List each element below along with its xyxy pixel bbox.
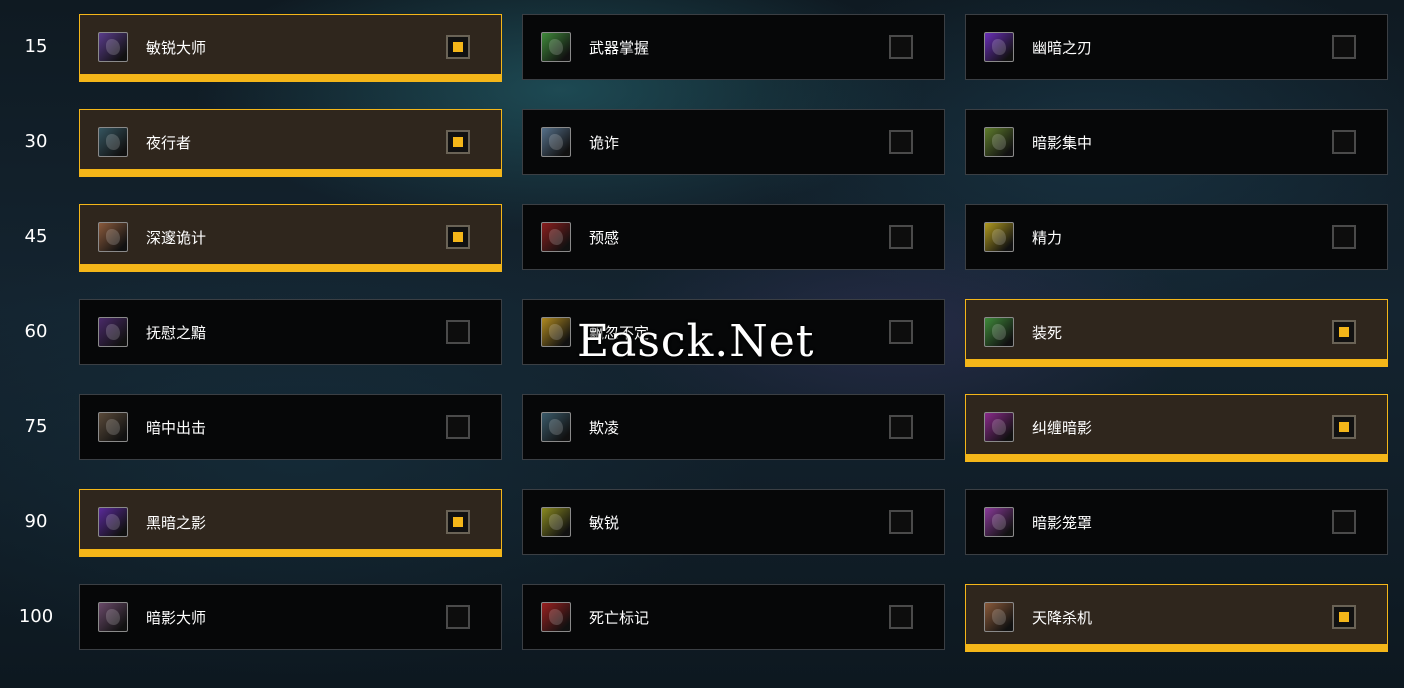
master-of-subtlety-icon — [98, 32, 128, 62]
cheat-death-icon — [984, 317, 1014, 347]
talent-select-checkbox[interactable] — [889, 320, 913, 344]
talent-select-checkbox[interactable] — [889, 510, 913, 534]
talent-name: 暗影笼罩 — [1032, 514, 1093, 532]
talent-select-checkbox[interactable] — [446, 320, 470, 344]
talent-card[interactable]: 精力 — [965, 204, 1388, 270]
anticipation-icon — [541, 222, 571, 252]
alacrity-icon — [541, 507, 571, 537]
tangled-shadow-icon — [984, 412, 1014, 442]
talent-tier-row: 45 深邃诡计 预感 精力 — [0, 204, 1404, 274]
tier-level-label: 30 — [24, 131, 48, 152]
talent-select-checkbox[interactable] — [889, 415, 913, 439]
subterfuge-icon — [541, 127, 571, 157]
talent-name: 敏锐 — [589, 514, 620, 532]
talent-select-checkbox[interactable] — [1332, 35, 1356, 59]
talent-name: 欺凌 — [589, 419, 620, 437]
talent-name: 死亡标记 — [589, 609, 650, 627]
talent-card[interactable]: 幽暗之刃 — [965, 14, 1388, 80]
enveloping-shadows-icon — [984, 507, 1014, 537]
tier-level-label: 100 — [18, 606, 54, 627]
talent-card[interactable]: 欺凌 — [522, 394, 945, 460]
talent-card[interactable]: 暗影集中 — [965, 109, 1388, 175]
talent-card[interactable]: 天降杀机 — [965, 584, 1388, 652]
talent-tier-row: 90 黑暗之影 敏锐 暗影笼罩 — [0, 489, 1404, 559]
master-of-shadows-icon — [98, 602, 128, 632]
tier-level-label: 45 — [24, 226, 48, 247]
talent-select-checkbox[interactable] — [889, 130, 913, 154]
talent-name: 暗中出击 — [146, 419, 207, 437]
talent-select-checkbox[interactable] — [446, 415, 470, 439]
talent-select-checkbox[interactable] — [446, 35, 470, 59]
talent-card[interactable]: 武器掌握 — [522, 14, 945, 80]
talent-select-checkbox[interactable] — [446, 510, 470, 534]
tier-level-label: 15 — [24, 36, 48, 57]
talent-select-checkbox[interactable] — [1332, 415, 1356, 439]
soothing-darkness-icon — [98, 317, 128, 347]
deeper-stratagem-icon — [98, 222, 128, 252]
talent-name: 暗影集中 — [1032, 134, 1093, 152]
talent-name: 夜行者 — [146, 134, 192, 152]
talent-select-checkbox[interactable] — [1332, 510, 1356, 534]
talent-name: 天降杀机 — [1032, 609, 1093, 627]
talent-tier-row: 75 暗中出击 欺凌 纠缠暗影 — [0, 394, 1404, 464]
dark-shadow-icon — [98, 507, 128, 537]
talent-card[interactable]: 敏锐 — [522, 489, 945, 555]
watermark-text: Easck.Net — [577, 316, 815, 367]
death-from-above-icon — [984, 602, 1014, 632]
talent-select-checkbox[interactable] — [446, 130, 470, 154]
talent-card[interactable]: 死亡标记 — [522, 584, 945, 650]
talent-select-checkbox[interactable] — [889, 35, 913, 59]
talent-card[interactable]: 暗影大师 — [79, 584, 502, 650]
talent-select-checkbox[interactable] — [1332, 605, 1356, 629]
nightstalker-icon — [98, 127, 128, 157]
talent-select-checkbox[interactable] — [1332, 130, 1356, 154]
talent-select-checkbox[interactable] — [889, 605, 913, 629]
talent-name: 预感 — [589, 229, 620, 247]
tier-level-label: 90 — [24, 511, 48, 532]
talent-card[interactable]: 抚慰之黯 — [79, 299, 502, 365]
talent-name: 装死 — [1032, 324, 1063, 342]
talent-select-checkbox[interactable] — [1332, 320, 1356, 344]
talent-name: 深邃诡计 — [146, 229, 207, 247]
talent-name: 幽暗之刃 — [1032, 39, 1093, 57]
talent-name: 黑暗之影 — [146, 514, 207, 532]
marked-for-death-icon — [541, 602, 571, 632]
talent-name: 纠缠暗影 — [1032, 419, 1093, 437]
talent-card[interactable]: 夜行者 — [79, 109, 502, 177]
talent-card[interactable]: 敏锐大师 — [79, 14, 502, 82]
talent-name: 诡诈 — [589, 134, 620, 152]
shadow-focus-icon — [984, 127, 1014, 157]
talent-select-checkbox[interactable] — [1332, 225, 1356, 249]
talent-card[interactable]: 装死 — [965, 299, 1388, 367]
talent-tier-row: 15 敏锐大师 武器掌握 幽暗之刃 — [0, 14, 1404, 84]
talent-card[interactable]: 暗中出击 — [79, 394, 502, 460]
strike-from-the-shadows-icon — [98, 412, 128, 442]
talent-card[interactable]: 深邃诡计 — [79, 204, 502, 272]
weapon-mastery-icon — [541, 32, 571, 62]
tier-level-label: 75 — [24, 416, 48, 437]
talent-card[interactable]: 黑暗之影 — [79, 489, 502, 557]
prey-on-the-weak-icon — [541, 412, 571, 442]
talent-tier-row: 100 暗影大师 死亡标记 天降杀机 — [0, 584, 1404, 654]
talent-name: 抚慰之黯 — [146, 324, 207, 342]
talent-card[interactable]: 诡诈 — [522, 109, 945, 175]
talent-name: 暗影大师 — [146, 609, 207, 627]
talent-name: 精力 — [1032, 229, 1063, 247]
talent-name: 武器掌握 — [589, 39, 650, 57]
vigor-icon — [984, 222, 1014, 252]
tier-level-label: 60 — [24, 321, 48, 342]
talent-name: 敏锐大师 — [146, 39, 207, 57]
talent-card[interactable]: 预感 — [522, 204, 945, 270]
talent-card[interactable]: 纠缠暗影 — [965, 394, 1388, 462]
talent-select-checkbox[interactable] — [889, 225, 913, 249]
gloomblade-icon — [984, 32, 1014, 62]
talent-tier-row: 30 夜行者 诡诈 暗影集中 — [0, 109, 1404, 179]
talent-card[interactable]: 暗影笼罩 — [965, 489, 1388, 555]
talent-select-checkbox[interactable] — [446, 605, 470, 629]
elusiveness-icon — [541, 317, 571, 347]
talent-select-checkbox[interactable] — [446, 225, 470, 249]
